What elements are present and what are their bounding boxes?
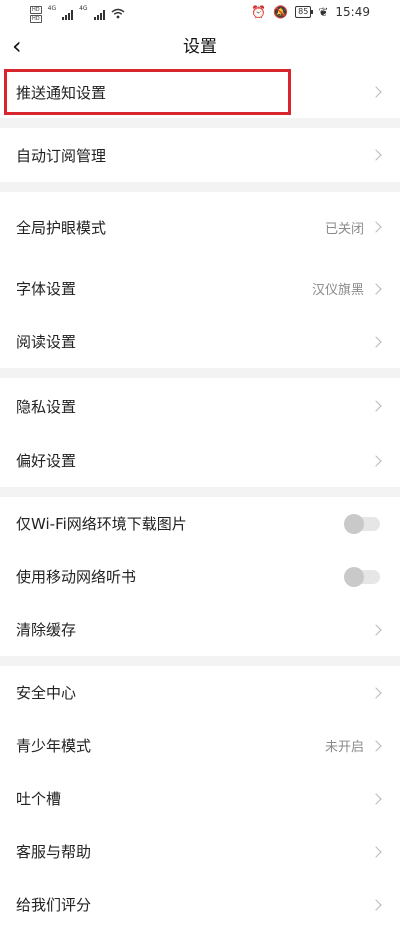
back-arrow-icon[interactable]: ‹ xyxy=(12,34,22,58)
chevron-right-icon xyxy=(370,792,382,805)
chevron-right-icon xyxy=(370,845,382,858)
signal-icon-2 xyxy=(93,9,105,20)
setting-value: 未开启 xyxy=(324,740,364,755)
setting-teen-mode[interactable]: 青少年模式 未开启 xyxy=(0,719,400,772)
leaf-icon: ❦ xyxy=(318,5,329,19)
chevron-right-icon xyxy=(370,149,382,161)
setting-font-settings[interactable]: 字体设置 汉仪旗黑 xyxy=(0,262,400,315)
setting-label: 给我们评分 xyxy=(16,896,92,914)
section-divider xyxy=(0,487,400,497)
setting-auto-subscription-management[interactable]: 自动订阅管理 xyxy=(0,128,400,182)
toggle-switch[interactable] xyxy=(344,566,380,587)
signal-icon xyxy=(62,9,74,20)
battery-icon: 85 xyxy=(295,6,314,18)
setting-value: 已关闭 xyxy=(324,221,364,237)
page-title: 设置 xyxy=(183,37,217,57)
setting-rate-us[interactable]: 给我们评分 xyxy=(0,878,400,931)
chevron-right-icon xyxy=(370,739,382,752)
setting-label: 仅Wi-Fi网络环境下载图片 xyxy=(16,515,187,533)
toggle-switch[interactable] xyxy=(344,513,380,534)
header: ‹ 设置 xyxy=(0,28,400,66)
setting-preference-settings[interactable]: 偏好设置 xyxy=(0,434,400,487)
chevron-right-icon xyxy=(370,282,382,295)
alarm-icon: ⏰ xyxy=(251,5,267,19)
chevron-right-icon xyxy=(370,454,382,467)
setting-eye-protection-mode[interactable]: 全局护眼模式 已关闭 xyxy=(0,192,400,262)
chevron-right-icon xyxy=(370,221,382,233)
wifi-icon xyxy=(111,8,125,22)
chevron-right-icon xyxy=(370,400,382,412)
setting-label: 自动订阅管理 xyxy=(16,146,107,165)
settings-list: 推送通知设置 自动订阅管理 全局护眼模式 已关闭字体设置 汉仪旗黑阅读设置隐私设置偏好设… xyxy=(0,66,400,931)
setting-privacy-settings[interactable]: 隐私设置 xyxy=(0,378,400,434)
setting-value: 汉仪旗黑 xyxy=(311,283,364,298)
setting-mobile-network-audiobook-toggle[interactable]: 使用移动网络听书 xyxy=(0,550,400,603)
section-divider xyxy=(0,656,400,666)
setting-label: 阅读设置 xyxy=(16,333,77,351)
chevron-right-icon xyxy=(370,898,382,911)
network-type-2: 4G xyxy=(79,5,88,12)
setting-push-notification-settings[interactable]: 推送通知设置 xyxy=(0,66,400,118)
setting-label: 全局护眼模式 xyxy=(16,218,107,237)
setting-label: 字体设置 xyxy=(16,280,77,298)
setting-clear-cache[interactable]: 清除缓存 xyxy=(0,603,400,656)
toggle-knob xyxy=(344,513,364,534)
section-divider xyxy=(0,182,400,192)
setting-label: 清除缓存 xyxy=(16,621,77,639)
status-time: 15:49 xyxy=(335,5,370,19)
sim-icon: HD HD xyxy=(30,6,42,23)
section-divider xyxy=(0,118,400,128)
chevron-right-icon xyxy=(370,686,382,699)
toggle-knob xyxy=(344,566,364,587)
chevron-right-icon xyxy=(370,335,382,348)
setting-label: 使用移动网络听书 xyxy=(16,568,137,586)
setting-label: 青少年模式 xyxy=(16,737,92,755)
setting-label: 吐个槽 xyxy=(16,790,62,808)
setting-reading-settings[interactable]: 阅读设置 xyxy=(0,315,400,368)
network-type: 4G xyxy=(47,5,57,12)
section-divider xyxy=(0,368,400,378)
chevron-right-icon xyxy=(370,623,382,636)
chevron-right-icon xyxy=(370,86,382,98)
setting-label: 偏好设置 xyxy=(16,452,77,470)
setting-security-center[interactable]: 安全中心 xyxy=(0,666,400,719)
mute-icon: 🔕 xyxy=(273,5,289,19)
setting-label: 推送通知设置 xyxy=(16,83,107,102)
setting-label: 客服与帮助 xyxy=(16,843,92,861)
setting-help-and-support[interactable]: 客服与帮助 xyxy=(0,825,400,878)
setting-label: 隐私设置 xyxy=(16,397,77,416)
setting-feedback[interactable]: 吐个槽 xyxy=(0,772,400,825)
status-bar: HD HD 4G 4G ⏰ 🔕 85 ❦ 15:49 xyxy=(0,0,400,28)
setting-label: 安全中心 xyxy=(16,684,77,702)
setting-wifi-only-images-toggle[interactable]: 仅Wi-Fi网络环境下载图片 xyxy=(0,497,400,550)
